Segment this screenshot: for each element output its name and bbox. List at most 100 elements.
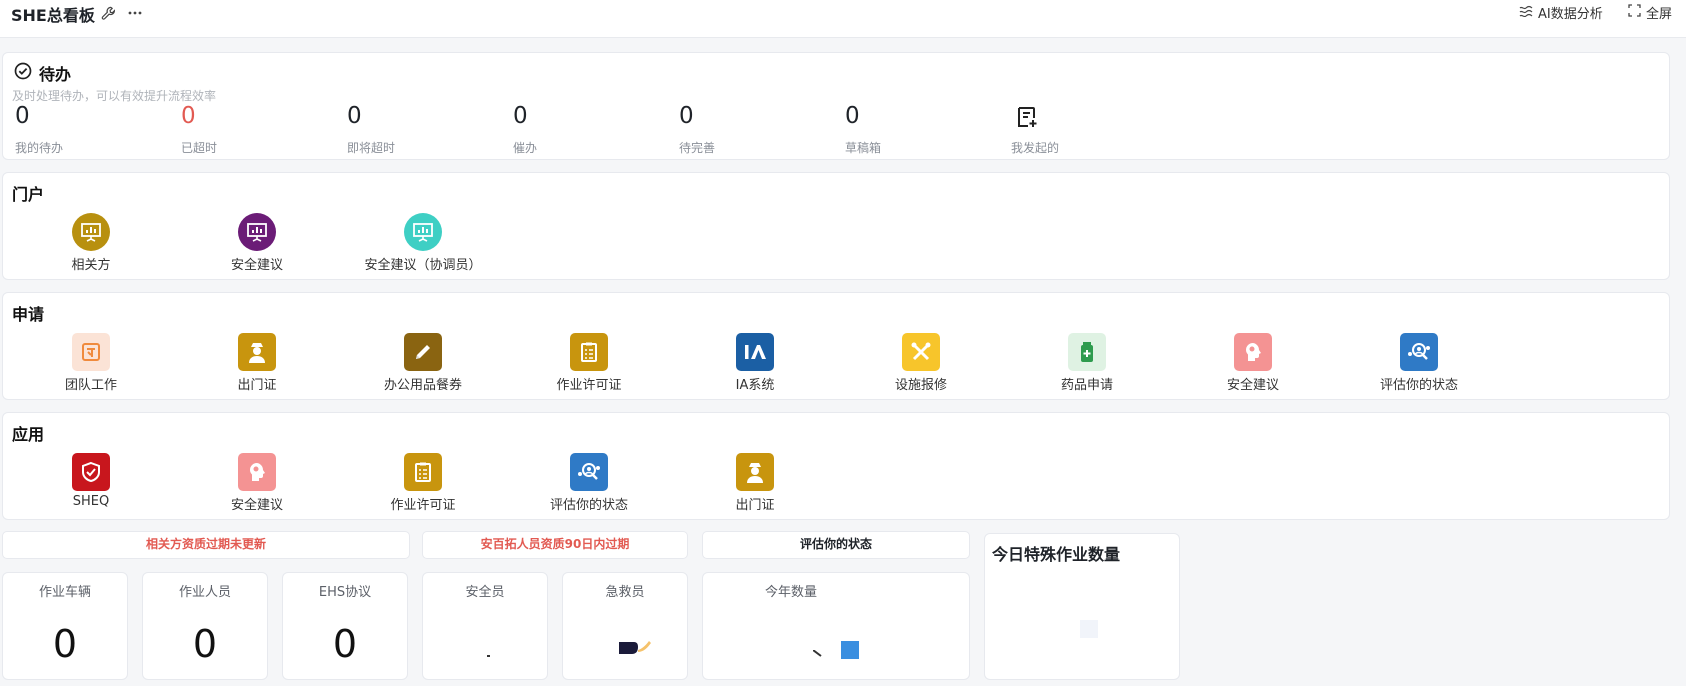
todo-drafts[interactable]: 0 草稿箱 bbox=[841, 105, 981, 156]
stat-card-safety-officers: 安全员 bbox=[422, 572, 548, 680]
pencil-icon bbox=[404, 333, 442, 371]
assess-status-banner[interactable]: 评估你的状态 bbox=[702, 531, 970, 559]
apply-item-facility-repair[interactable]: 设施报修 bbox=[846, 333, 996, 393]
todo-initiated[interactable]: 我发起的 bbox=[1007, 105, 1147, 156]
app-item-exit-permit[interactable]: 出门证 bbox=[680, 453, 830, 513]
loading-fragment bbox=[487, 655, 490, 657]
todo-due-soon-count: 0 bbox=[347, 103, 362, 129]
apply-item-assess-status[interactable]: 评估你的状态 bbox=[1344, 333, 1494, 393]
apply-item-exit-permit[interactable]: 出门证 bbox=[182, 333, 332, 393]
apply-item-work-permit[interactable]: 作业许可证 bbox=[514, 333, 664, 393]
people-search-icon bbox=[570, 453, 608, 491]
brain-gear-icon bbox=[1234, 333, 1272, 371]
stat-label: 作业人员 bbox=[178, 585, 231, 600]
todo-incomplete[interactable]: 0 待完善 bbox=[675, 105, 815, 156]
portal-item-label: 安全建议（协调员） bbox=[364, 258, 482, 273]
top-bar: SHE总看板 AI数据分析 全屏 bbox=[0, 0, 1686, 38]
ai-analysis-label: AI数据分析 bbox=[1538, 7, 1603, 22]
app-item-label: 作业许可证 bbox=[390, 498, 456, 513]
expired-qualification-banner[interactable]: 相关方资质过期未更新 bbox=[2, 531, 410, 559]
todo-mine-label: 我的待办 bbox=[15, 141, 64, 155]
apply-item-label: 作业许可证 bbox=[556, 378, 622, 393]
app-item-sheq[interactable]: SHEQ bbox=[16, 453, 166, 509]
apply-item-label: 设施报修 bbox=[894, 378, 947, 393]
portal-item-label: 相关方 bbox=[71, 258, 111, 273]
brain-gear-icon bbox=[238, 453, 276, 491]
year-count-label: 今年数量 bbox=[764, 585, 817, 600]
todo-mine[interactable]: 0 我的待办 bbox=[11, 105, 151, 156]
more-icon[interactable] bbox=[126, 4, 144, 22]
fullscreen-button[interactable]: 全屏 bbox=[1628, 3, 1672, 22]
portal-title: 门户 bbox=[12, 185, 45, 204]
portal-card: 门户 相关方 安全建议 安全建议（协调员） bbox=[2, 172, 1670, 280]
todo-urge-label: 催办 bbox=[513, 141, 538, 155]
portal-item-safety-suggestion[interactable]: 安全建议 bbox=[182, 213, 332, 273]
stat-label: 安全员 bbox=[465, 585, 505, 600]
stat-card-ehs-agreements: EHS协议 0 bbox=[282, 572, 408, 680]
portal-item-label: 安全建议 bbox=[230, 258, 283, 273]
presentation-chart-icon bbox=[404, 213, 442, 251]
app-item-work-permit[interactable]: 作业许可证 bbox=[348, 453, 498, 513]
ai-analysis-button[interactable]: AI数据分析 bbox=[1519, 3, 1603, 22]
apply-card: 申请 团队工作 出门证 办公用品餐券 作业许可证 IA系统 设施报修 药品申请 … bbox=[2, 292, 1670, 400]
apps-title: 应用 bbox=[12, 425, 45, 444]
chart-fragment bbox=[841, 641, 859, 659]
stat-value: 0 bbox=[332, 622, 358, 666]
todo-overdue-label: 已超时 bbox=[181, 141, 218, 155]
edit-note-icon bbox=[1015, 105, 1147, 128]
todo-overdue[interactable]: 0 已超时 bbox=[177, 105, 317, 156]
apply-item-medicine[interactable]: 药品申请 bbox=[1012, 333, 1162, 393]
wrench-icon[interactable] bbox=[99, 4, 117, 22]
guard-icon bbox=[238, 333, 276, 371]
presentation-chart-icon bbox=[238, 213, 276, 251]
todo-initiated-label: 我发起的 bbox=[1011, 141, 1060, 155]
todo-incomplete-label: 待完善 bbox=[679, 141, 716, 155]
apply-item-label: 团队工作 bbox=[64, 378, 117, 393]
app-item-label: 评估你的状态 bbox=[549, 498, 628, 513]
apply-item-label: 安全建议 bbox=[1226, 378, 1279, 393]
app-item-label: 安全建议 bbox=[230, 498, 283, 513]
check-circle-icon bbox=[14, 62, 32, 84]
apply-item-ia-system[interactable]: IA系统 bbox=[680, 333, 830, 393]
expiring-qualification-banner[interactable]: 安百拓人员资质90日内过期 bbox=[422, 531, 688, 559]
app-item-assess-status[interactable]: 评估你的状态 bbox=[514, 453, 664, 513]
year-count-card: 今年数量 bbox=[702, 572, 970, 680]
apply-item-team-work[interactable]: 团队工作 bbox=[16, 333, 166, 393]
stat-card-vehicles: 作业车辆 0 bbox=[2, 572, 128, 680]
stat-label: EHS协议 bbox=[318, 585, 372, 600]
apply-item-label: 出门证 bbox=[237, 378, 277, 393]
todo-urge[interactable]: 0 催办 bbox=[509, 105, 649, 156]
apply-item-safety-suggestion[interactable]: 安全建议 bbox=[1178, 333, 1328, 393]
ia-icon bbox=[736, 333, 774, 371]
apply-title: 申请 bbox=[12, 305, 45, 324]
page-title: SHE总看板 bbox=[11, 6, 95, 25]
todo-drafts-label: 草稿箱 bbox=[845, 141, 882, 155]
app-item-label: SHEQ bbox=[72, 494, 110, 509]
portal-item-safety-suggestion-coordinator[interactable]: 安全建议（协调员） bbox=[348, 213, 498, 273]
apply-item-office-supplies[interactable]: 办公用品餐券 bbox=[348, 333, 498, 393]
app-item-safety-suggestion[interactable]: 安全建议 bbox=[182, 453, 332, 513]
apps-card: 应用 SHEQ 安全建议 作业许可证 评估你的状态 出门证 bbox=[2, 412, 1670, 520]
apply-item-label: 办公用品餐券 bbox=[383, 378, 462, 393]
clipboard-icon bbox=[404, 453, 442, 491]
todo-header: 待办 bbox=[14, 61, 71, 85]
team-icon bbox=[72, 333, 110, 371]
stat-card-workers: 作业人员 0 bbox=[142, 572, 268, 680]
todo-title: 待办 bbox=[39, 65, 72, 84]
portal-item-stakeholder[interactable]: 相关方 bbox=[16, 213, 166, 273]
chart-placeholder bbox=[1080, 620, 1098, 638]
stat-value: 0 bbox=[52, 622, 78, 666]
todo-due-soon[interactable]: 0 即将超时 bbox=[343, 105, 483, 156]
wave-icon bbox=[1519, 5, 1533, 21]
stat-value: 0 bbox=[192, 622, 218, 666]
apply-item-label: 评估你的状态 bbox=[1379, 378, 1458, 393]
apply-item-label: IA系统 bbox=[735, 378, 775, 393]
stat-label: 急救员 bbox=[605, 585, 645, 600]
apply-item-label: 药品申请 bbox=[1060, 378, 1113, 393]
tools-icon bbox=[902, 333, 940, 371]
presentation-chart-icon bbox=[72, 213, 110, 251]
todo-mine-count: 0 bbox=[15, 103, 30, 129]
todo-due-soon-label: 即将超时 bbox=[347, 141, 396, 155]
special-work-title: 今日特殊作业数量 bbox=[992, 545, 1121, 564]
special-work-card: 今日特殊作业数量 bbox=[984, 533, 1180, 680]
